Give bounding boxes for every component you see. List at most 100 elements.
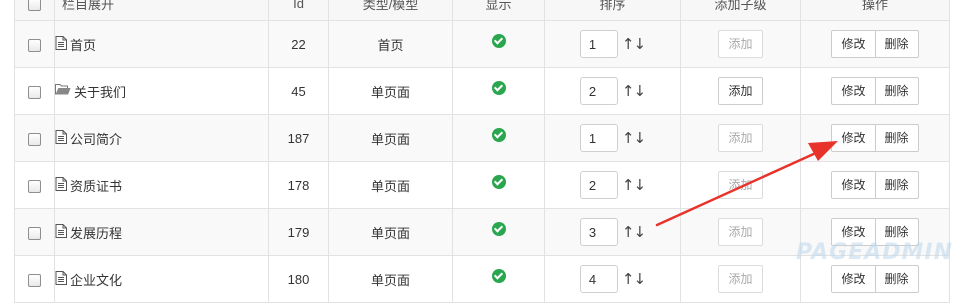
edit-button[interactable]: 修改 xyxy=(831,171,876,199)
type-cell: 首页 xyxy=(328,20,453,68)
actions-cell: 修改 删除 xyxy=(800,208,950,256)
add-child-cell: 添加 xyxy=(680,20,801,68)
add-child-button[interactable]: 添加 xyxy=(718,171,763,199)
id-cell: 45 xyxy=(268,67,329,115)
sort-arrows-icon[interactable]: ↑↓ xyxy=(620,82,646,100)
row-checkbox[interactable] xyxy=(28,85,41,99)
column-name[interactable]: 关于我们 xyxy=(74,82,126,101)
add-child-cell: 添加 xyxy=(680,208,801,256)
page-icon xyxy=(55,223,67,241)
row-checkbox[interactable] xyxy=(28,179,41,193)
show-cell xyxy=(452,20,545,68)
name-cell: 公司简介 xyxy=(54,114,269,162)
select-cell xyxy=(14,114,55,162)
sort-arrows-icon[interactable]: ↑↓ xyxy=(620,223,646,241)
page-icon xyxy=(55,35,67,53)
column-name[interactable]: 首页 xyxy=(70,35,96,54)
check-circle-icon[interactable] xyxy=(491,222,506,237)
sort-arrows-icon[interactable]: ↑↓ xyxy=(620,270,646,288)
type-cell: 单页面 xyxy=(328,208,453,256)
sort-input[interactable] xyxy=(579,265,618,293)
show-cell xyxy=(452,255,545,303)
id-cell: 178 xyxy=(268,161,329,209)
actions-cell: 修改 删除 xyxy=(800,67,950,115)
column-name[interactable]: 资质证书 xyxy=(70,176,122,195)
sort-arrows-icon[interactable]: ↑↓ xyxy=(620,129,646,147)
name-cell: 关于我们 xyxy=(54,67,269,115)
sort-cell: ↑↓ xyxy=(544,208,681,256)
header-actions: 操作 xyxy=(800,0,950,21)
edit-button[interactable]: 修改 xyxy=(831,30,876,58)
delete-button[interactable]: 删除 xyxy=(874,265,919,293)
actions-cell: 修改 删除 xyxy=(800,20,950,68)
add-child-button[interactable]: 添加 xyxy=(718,218,763,246)
column-name[interactable]: 企业文化 xyxy=(70,270,122,289)
type-cell: 单页面 xyxy=(328,114,453,162)
id-cell: 187 xyxy=(268,114,329,162)
show-cell xyxy=(452,208,545,256)
add-child-button[interactable]: 添加 xyxy=(718,77,763,105)
check-circle-icon[interactable] xyxy=(491,269,506,284)
sort-cell: ↑↓ xyxy=(544,255,681,303)
edit-button[interactable]: 修改 xyxy=(831,124,876,152)
type-cell: 单页面 xyxy=(328,161,453,209)
name-cell: 资质证书 xyxy=(54,161,269,209)
select-cell xyxy=(14,255,55,303)
name-cell: 企业文化 xyxy=(54,255,269,303)
page-icon xyxy=(55,270,67,288)
sort-input[interactable] xyxy=(579,124,618,152)
actions-cell: 修改 删除 xyxy=(800,255,950,303)
add-child-cell: 添加 xyxy=(680,67,801,115)
sort-input[interactable] xyxy=(579,30,618,58)
table-row: 发展历程 179单页面 ↑↓ 添加 修改删除 xyxy=(14,208,950,256)
header-show: 显示 xyxy=(452,0,545,21)
select-all-checkbox[interactable] xyxy=(28,0,41,12)
check-circle-icon[interactable] xyxy=(491,175,506,190)
id-cell: 179 xyxy=(268,208,329,256)
show-cell xyxy=(452,67,545,115)
sort-cell: ↑↓ xyxy=(544,20,681,68)
edit-button[interactable]: 修改 xyxy=(831,265,876,293)
check-circle-icon[interactable] xyxy=(491,34,506,49)
row-checkbox[interactable] xyxy=(28,273,41,287)
delete-button[interactable]: 删除 xyxy=(874,171,919,199)
table-row: 首页22首页↑↓添加修改删除 xyxy=(14,20,950,68)
row-checkbox[interactable] xyxy=(28,38,41,52)
sort-input[interactable] xyxy=(579,77,618,105)
select-cell xyxy=(14,67,55,115)
add-child-button[interactable]: 添加 xyxy=(718,265,763,293)
header-add-child: 添加子级 xyxy=(680,0,801,21)
header-name: 栏目展开 xyxy=(54,0,269,21)
row-checkbox[interactable] xyxy=(28,226,41,240)
delete-button[interactable]: 删除 xyxy=(874,77,919,105)
actions-cell: 修改 删除 xyxy=(800,114,950,162)
column-table: 栏目展开 Id 类型/模型 显示 排序 添加子级 操作 首页22首页↑↓添加修改… xyxy=(14,0,950,303)
name-cell: 发展历程 xyxy=(54,208,269,256)
sort-input[interactable] xyxy=(579,218,618,246)
add-child-cell: 添加 xyxy=(680,255,801,303)
edit-button[interactable]: 修改 xyxy=(831,77,876,105)
edit-button[interactable]: 修改 xyxy=(831,218,876,246)
check-circle-icon[interactable] xyxy=(491,128,506,143)
page-icon xyxy=(55,176,67,194)
delete-button[interactable]: 删除 xyxy=(874,218,919,246)
add-child-button[interactable]: 添加 xyxy=(718,30,763,58)
header-id: Id xyxy=(268,0,329,21)
check-circle-icon[interactable] xyxy=(491,81,506,96)
sort-arrows-icon[interactable]: ↑↓ xyxy=(620,176,646,194)
delete-button[interactable]: 删除 xyxy=(874,30,919,58)
header-type: 类型/模型 xyxy=(328,0,453,21)
show-cell xyxy=(452,114,545,162)
row-checkbox[interactable] xyxy=(28,132,41,146)
table-row: 关于我们 45单页面 ↑↓ 添加 修改删除 xyxy=(14,67,950,115)
table-row: 公司简介 187单页面 ↑↓ 添加 修改删除 xyxy=(14,114,950,162)
add-child-button[interactable]: 添加 xyxy=(718,124,763,152)
select-all-cell xyxy=(14,0,55,21)
select-cell xyxy=(14,161,55,209)
sort-input[interactable] xyxy=(579,171,618,199)
sort-arrows-icon[interactable]: ↑↓ xyxy=(620,35,646,53)
column-name[interactable]: 发展历程 xyxy=(70,223,122,242)
delete-button[interactable]: 删除 xyxy=(874,124,919,152)
table-row: 企业文化 180单页面 ↑↓ 添加 修改删除 xyxy=(14,255,950,303)
column-name[interactable]: 公司简介 xyxy=(70,129,122,148)
